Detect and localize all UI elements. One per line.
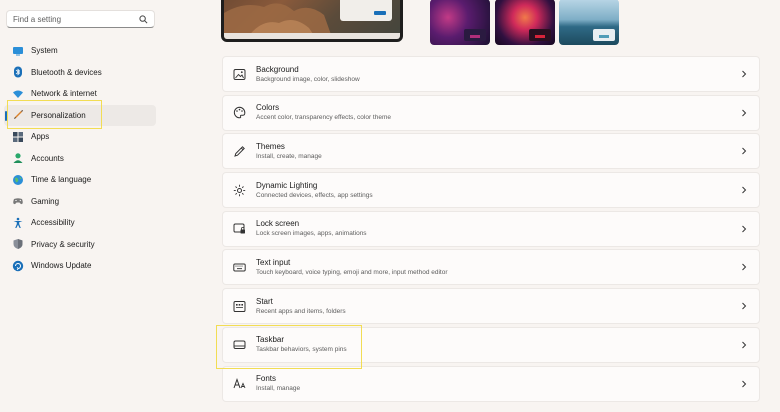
keyboard-icon bbox=[232, 260, 246, 274]
chevron-right-icon bbox=[739, 340, 749, 350]
search-box[interactable] bbox=[6, 10, 155, 28]
sidebar-item-label: Network & internet bbox=[31, 89, 97, 99]
thumbnail-window bbox=[464, 29, 486, 41]
taskbar-icon bbox=[232, 338, 246, 352]
card-title: Background bbox=[256, 64, 299, 74]
sidebar-item-label: Apps bbox=[31, 132, 50, 142]
settings-window: System Bluetooth & devices Network & int… bbox=[0, 0, 780, 412]
card-subtitle: Connected devices, effects, app settings bbox=[256, 191, 373, 199]
chevron-right-icon bbox=[739, 379, 749, 389]
chevron-right-icon bbox=[739, 185, 749, 195]
chevron-right-icon bbox=[739, 262, 749, 272]
fonts-card[interactable]: Fonts Install, manage bbox=[222, 365, 760, 402]
sidebar-item-label: Privacy & security bbox=[31, 239, 95, 249]
sidebar-item-label: Windows Update bbox=[31, 261, 92, 271]
accessibility-icon bbox=[12, 217, 24, 229]
theme-thumbnail[interactable] bbox=[559, 0, 619, 45]
bluetooth-icon bbox=[12, 66, 24, 78]
text-input-card[interactable]: Text input Touch keyboard, voice typing,… bbox=[222, 249, 760, 286]
shield-icon bbox=[12, 238, 24, 250]
sidebar-item-apps[interactable]: Apps bbox=[4, 126, 156, 148]
wifi-icon bbox=[12, 88, 24, 100]
dynamic-lighting-card[interactable]: Dynamic Lighting Connected devices, effe… bbox=[222, 172, 760, 209]
start-card[interactable]: Start Recent apps and items, folders bbox=[222, 288, 760, 325]
thumbnail-window bbox=[593, 29, 615, 41]
sidebar-nav: System Bluetooth & devices Network & int… bbox=[4, 40, 156, 277]
sidebar-item-accessibility[interactable]: Accessibility bbox=[4, 212, 156, 234]
themes-card[interactable]: Themes Install, create, manage bbox=[222, 133, 760, 170]
apps-icon bbox=[12, 131, 24, 143]
image-icon bbox=[232, 67, 246, 81]
fonts-icon bbox=[232, 377, 246, 391]
lock-screen-icon bbox=[232, 222, 246, 236]
card-title: Text input bbox=[256, 257, 291, 267]
thumbnail-accent bbox=[470, 35, 480, 38]
search-icon[interactable] bbox=[138, 14, 148, 24]
update-icon bbox=[12, 260, 24, 272]
background-card[interactable]: Background Background image, color, slid… bbox=[222, 56, 760, 92]
sidebar-item-windows-update[interactable]: Windows Update bbox=[4, 255, 156, 277]
card-title: Themes bbox=[256, 141, 285, 151]
palette-icon bbox=[232, 106, 246, 120]
sidebar-item-personalization[interactable]: Personalization bbox=[4, 104, 156, 126]
lighting-icon bbox=[232, 183, 246, 197]
preview-window bbox=[340, 0, 392, 21]
card-title: Lock screen bbox=[256, 219, 300, 229]
card-subtitle: Background image, color, slideshow bbox=[256, 75, 360, 83]
pen-icon bbox=[232, 144, 246, 158]
sidebar-item-label: Bluetooth & devices bbox=[31, 67, 102, 77]
person-icon bbox=[12, 152, 24, 164]
gamepad-icon bbox=[12, 195, 24, 207]
sidebar-item-accounts[interactable]: Accounts bbox=[4, 148, 156, 170]
theme-thumbnail[interactable] bbox=[495, 0, 555, 45]
sidebar-item-network[interactable]: Network & internet bbox=[4, 83, 156, 105]
chevron-right-icon bbox=[739, 224, 749, 234]
brush-icon bbox=[12, 109, 24, 121]
sidebar-item-label: Gaming bbox=[31, 196, 60, 206]
thumbnail-window bbox=[529, 29, 551, 41]
chevron-right-icon bbox=[739, 108, 749, 118]
taskbar-card[interactable]: Taskbar Taskbar behaviors, system pins bbox=[222, 326, 760, 363]
personalization-settings-list: Background Background image, color, slid… bbox=[222, 56, 760, 404]
colors-card[interactable]: Colors Accent color, transparency effect… bbox=[222, 94, 760, 131]
sidebar-item-gaming[interactable]: Gaming bbox=[4, 191, 156, 213]
sidebar-item-label: System bbox=[31, 46, 58, 56]
search-input[interactable] bbox=[13, 14, 138, 24]
sidebar-item-privacy-security[interactable]: Privacy & security bbox=[4, 234, 156, 256]
sidebar-item-label: Time & language bbox=[31, 175, 92, 185]
sidebar-item-label: Accounts bbox=[31, 153, 64, 163]
sidebar-item-label: Accessibility bbox=[31, 218, 75, 228]
card-title: Colors bbox=[256, 103, 280, 113]
monitor-icon bbox=[12, 45, 24, 57]
preview-taskbar bbox=[224, 33, 400, 39]
card-subtitle: Recent apps and items, folders bbox=[256, 307, 346, 315]
sidebar-item-time-language[interactable]: Time & language bbox=[4, 169, 156, 191]
card-title: Fonts bbox=[256, 374, 277, 383]
chevron-right-icon bbox=[739, 146, 749, 156]
card-subtitle: Touch keyboard, voice typing, emoji and … bbox=[256, 268, 448, 276]
sidebar: System Bluetooth & devices Network & int… bbox=[0, 0, 165, 412]
lock-screen-card[interactable]: Lock screen Lock screen images, apps, an… bbox=[222, 210, 760, 247]
preview-accent bbox=[374, 11, 386, 15]
sidebar-item-label: Personalization bbox=[31, 110, 86, 120]
card-title: Taskbar bbox=[256, 335, 285, 345]
card-subtitle: Install, create, manage bbox=[256, 152, 322, 160]
sidebar-item-system[interactable]: System bbox=[4, 40, 156, 62]
sidebar-item-bluetooth[interactable]: Bluetooth & devices bbox=[4, 62, 156, 84]
card-subtitle: Accent color, transparency effects, colo… bbox=[256, 114, 392, 122]
theme-thumbnail[interactable] bbox=[430, 0, 490, 45]
thumbnail-accent bbox=[535, 35, 545, 38]
chevron-right-icon bbox=[739, 69, 749, 79]
card-subtitle: Taskbar behaviors, system pins bbox=[256, 346, 347, 354]
chevron-right-icon bbox=[739, 301, 749, 311]
card-subtitle: Install, manage bbox=[256, 385, 301, 392]
globe-icon bbox=[12, 174, 24, 186]
thumbnail-accent bbox=[599, 35, 609, 38]
card-subtitle: Lock screen images, apps, animations bbox=[256, 230, 367, 238]
theme-preview bbox=[221, 0, 403, 42]
start-icon bbox=[232, 299, 246, 313]
card-title: Start bbox=[256, 296, 273, 306]
card-title: Dynamic Lighting bbox=[256, 180, 318, 190]
